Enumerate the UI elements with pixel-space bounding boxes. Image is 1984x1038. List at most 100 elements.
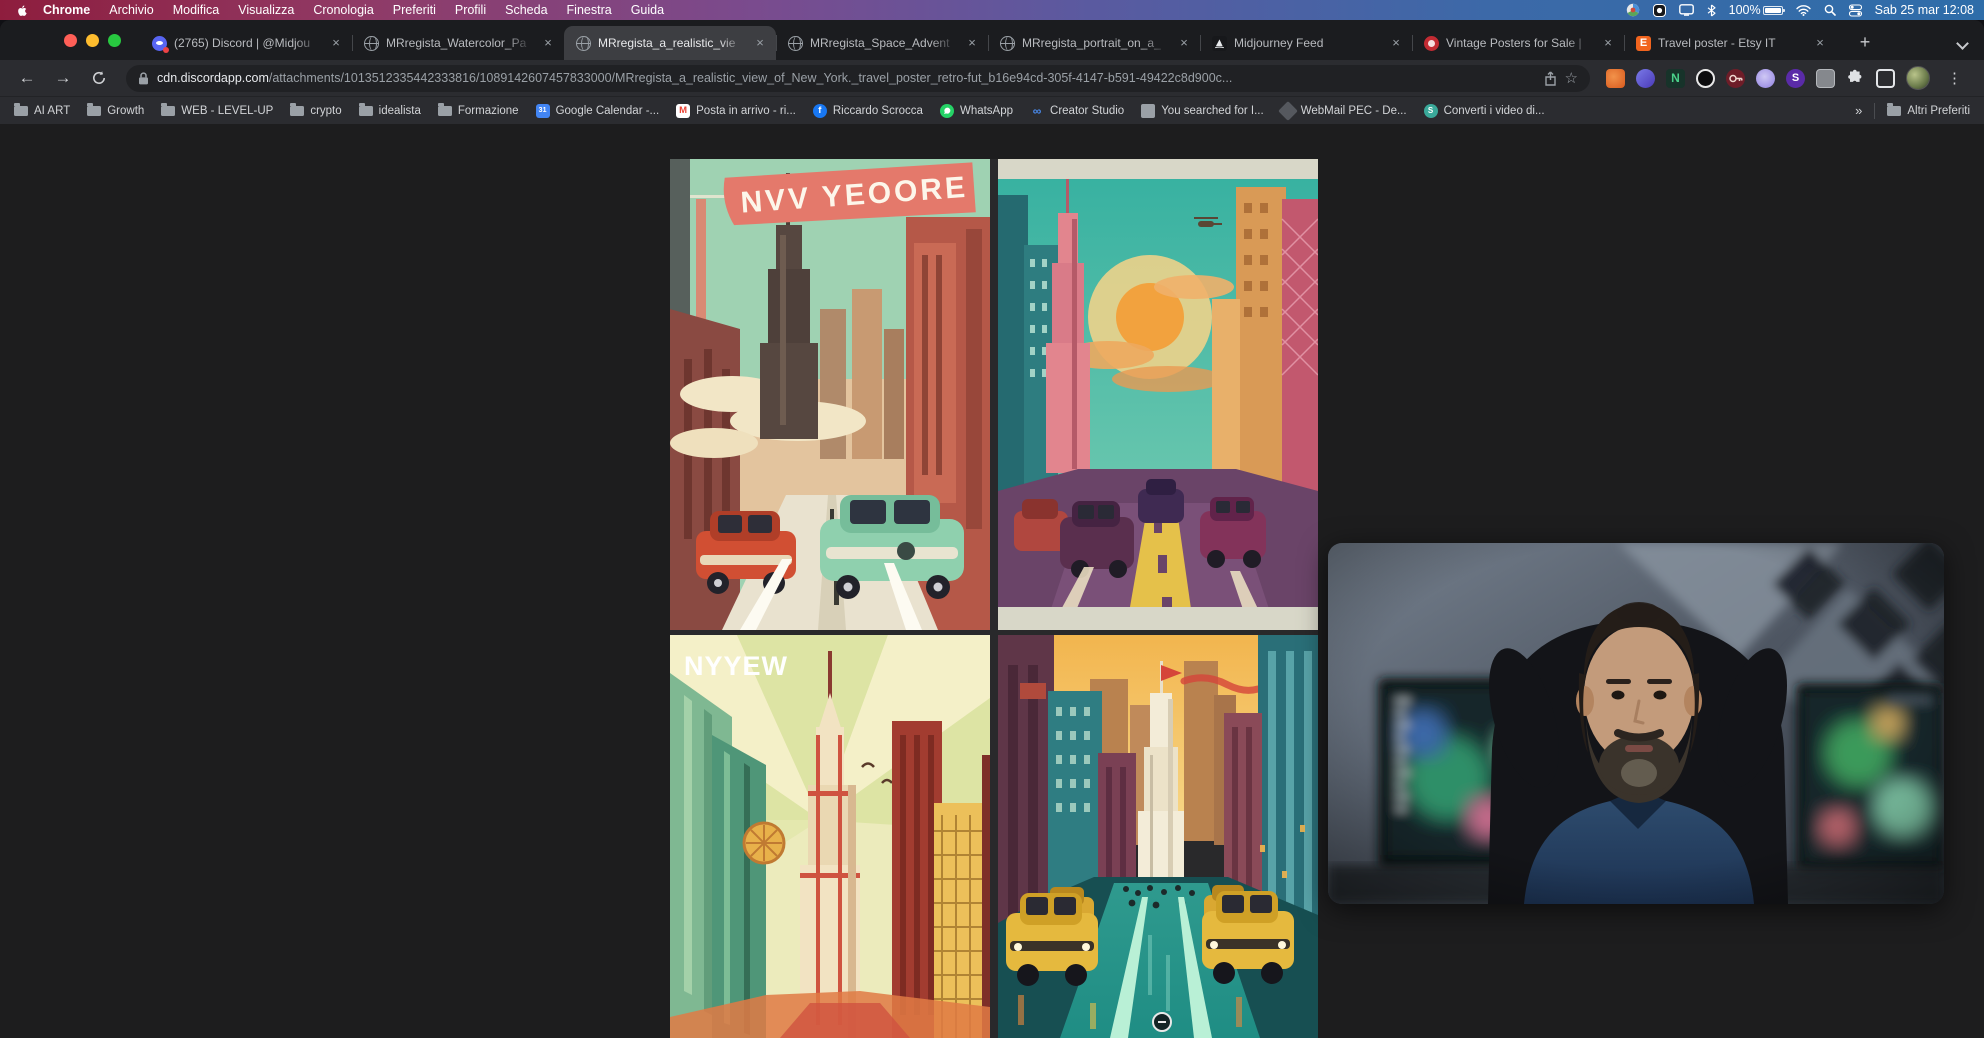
webcam-overlay[interactable] <box>1328 543 1944 904</box>
tab-midjourney-feed[interactable]: Midjourney Feed × <box>1200 26 1412 60</box>
spotlight-icon[interactable] <box>1824 4 1836 16</box>
tab-title: MRregista_portrait_on_a_ <box>1022 36 1169 50</box>
tab-vintage-posters[interactable]: Vintage Posters for Sale | × <box>1412 26 1624 60</box>
menu-item-modifica[interactable]: Modifica <box>173 3 220 17</box>
lock-icon <box>138 72 149 85</box>
url-text[interactable]: cdn.discordapp.com/attachments/101351233… <box>157 71 1536 85</box>
bookmark-folder-web-level-up[interactable]: WEB - LEVEL-UP <box>161 105 273 117</box>
url-path: /attachments/1013512335442333816/1089142… <box>269 71 1232 85</box>
tab-discord[interactable]: (2765) Discord | @Midjou × <box>140 26 352 60</box>
extension-icon-white-frame[interactable] <box>1876 69 1895 88</box>
poster-top-right[interactable] <box>998 159 1318 630</box>
bookmark-star-icon[interactable]: ☆ <box>1565 69 1578 87</box>
poster-bottom-left[interactable]: NYYEW <box>670 635 990 1038</box>
bookmark-whatsapp[interactable]: WhatsApp <box>940 104 1013 118</box>
close-tab-icon[interactable]: × <box>1176 35 1192 51</box>
bookmark-folder-formazione[interactable]: Formazione <box>438 105 519 117</box>
minimize-window-button[interactable] <box>86 34 99 47</box>
close-tab-icon[interactable]: × <box>328 35 344 51</box>
extension-icon-green-n[interactable]: N <box>1666 69 1685 88</box>
bookmark-creator-studio[interactable]: ∞Creator Studio <box>1030 104 1124 118</box>
menu-item-finestra[interactable]: Finestra <box>567 3 612 17</box>
tab-realistic-view-active[interactable]: MRregista_a_realistic_vie × <box>564 26 776 60</box>
bookmark-folder-growth[interactable]: Growth <box>87 105 144 117</box>
menu-item-archivio[interactable]: Archivio <box>109 3 153 17</box>
menu-item-preferiti[interactable]: Preferiti <box>393 3 436 17</box>
etsy-icon: E <box>1636 36 1651 51</box>
profile-avatar[interactable] <box>1906 66 1930 90</box>
extension-icon-gray-square[interactable] <box>1816 69 1835 88</box>
bookmark-you-searched[interactable]: You searched for I... <box>1141 104 1264 118</box>
bookmark-converti-video[interactable]: SConverti i video di... <box>1424 104 1545 118</box>
tab-etsy[interactable]: E Travel poster - Etsy IT × <box>1624 26 1836 60</box>
close-tab-icon[interactable]: × <box>1812 35 1828 51</box>
share-icon[interactable] <box>1544 71 1557 86</box>
apple-icon[interactable] <box>16 4 29 17</box>
close-tab-icon[interactable]: × <box>1388 35 1404 51</box>
bookmark-folder-ai-art[interactable]: AI ART <box>14 105 70 117</box>
close-tab-icon[interactable]: × <box>540 35 556 51</box>
tab-title: Travel poster - Etsy IT <box>1658 36 1805 50</box>
bookmark-google-calendar[interactable]: 31Google Calendar -... <box>536 104 660 118</box>
menubar-clock[interactable]: Sab 25 mar 12:08 <box>1875 3 1974 17</box>
menu-item-visualizza[interactable]: Visualizza <box>238 3 294 17</box>
extension-icon-orange[interactable] <box>1606 69 1625 88</box>
meta-icon: ∞ <box>1030 104 1044 118</box>
bookmark-gmail[interactable]: MPosta in arrivo - ri... <box>676 104 796 118</box>
display-icon[interactable] <box>1679 4 1694 16</box>
bookmark-folder-idealista[interactable]: idealista <box>359 105 421 117</box>
midjourney-grid-image[interactable]: NVV YEOORE <box>670 159 1318 1038</box>
bookmark-altri-preferiti[interactable]: Altri Preferiti <box>1887 105 1970 117</box>
browser-menu-kebab-icon[interactable]: ⋮ <box>1941 69 1968 87</box>
folder-icon <box>87 106 101 116</box>
back-button[interactable]: ← <box>12 63 42 93</box>
folder-icon <box>290 106 304 116</box>
menu-item-scheda[interactable]: Scheda <box>505 3 547 17</box>
extension-icon-indigo[interactable] <box>1636 69 1655 88</box>
app-status-icon[interactable] <box>1626 3 1640 17</box>
control-center-icon[interactable] <box>1849 4 1862 17</box>
screen-record-icon[interactable] <box>1653 4 1666 17</box>
gmail-icon: M <box>676 104 690 118</box>
menu-item-guida[interactable]: Guida <box>631 3 664 17</box>
bookmark-label: Altri Preferiti <box>1907 105 1970 117</box>
bookmark-label: AI ART <box>34 105 70 117</box>
reload-button[interactable] <box>84 63 114 93</box>
extension-icon-lavender[interactable] <box>1756 69 1775 88</box>
folder-icon <box>14 106 28 116</box>
menu-item-profili[interactable]: Profili <box>455 3 486 17</box>
bookmark-facebook[interactable]: fRiccardo Scrocca <box>813 104 923 118</box>
globe-icon <box>1000 36 1015 51</box>
close-tab-icon[interactable]: × <box>964 35 980 51</box>
menu-item-chrome[interactable]: Chrome <box>43 3 90 17</box>
tab-portrait[interactable]: MRregista_portrait_on_a_ × <box>988 26 1200 60</box>
extensions-puzzle-icon[interactable] <box>1846 69 1865 88</box>
screen: Chrome Archivio Modifica Visualizza Cron… <box>0 0 1984 1038</box>
bookmark-webmail-pec[interactable]: WebMail PEC - De... <box>1281 104 1407 118</box>
close-tab-icon[interactable]: × <box>752 35 768 51</box>
battery-status[interactable]: 100% <box>1729 3 1783 17</box>
page-icon <box>1141 104 1155 118</box>
wifi-icon[interactable] <box>1796 5 1811 16</box>
close-tab-icon[interactable]: × <box>1600 35 1616 51</box>
extension-icon-black-circle[interactable] <box>1696 69 1715 88</box>
tab-space-adventure[interactable]: MRregista_Space_Advent × <box>776 26 988 60</box>
folder-icon <box>438 106 452 116</box>
forward-button[interactable]: → <box>48 63 78 93</box>
address-bar[interactable]: cdn.discordapp.com/attachments/101351233… <box>126 65 1590 92</box>
tab-watercolor[interactable]: MRregista_Watercolor_Pa × <box>352 26 564 60</box>
bookmarks-overflow-chevron[interactable]: » <box>1855 103 1862 118</box>
fullscreen-window-button[interactable] <box>108 34 121 47</box>
extension-icon-key[interactable] <box>1726 69 1745 88</box>
bookmark-label: Riccardo Scrocca <box>833 105 923 117</box>
poster-bottom-right[interactable] <box>998 635 1318 1038</box>
tab-search-chevron-icon[interactable] <box>1958 38 1968 48</box>
new-tab-button[interactable]: + <box>1852 29 1878 55</box>
menu-item-cronologia[interactable]: Cronologia <box>313 3 373 17</box>
bluetooth-icon[interactable] <box>1707 4 1716 17</box>
bookmark-folder-crypto[interactable]: crypto <box>290 105 341 117</box>
close-window-button[interactable] <box>64 34 77 47</box>
extension-icon-purple-s[interactable]: S <box>1786 69 1805 88</box>
folder-icon <box>161 106 175 116</box>
poster-top-left[interactable]: NVV YEOORE <box>670 159 990 630</box>
